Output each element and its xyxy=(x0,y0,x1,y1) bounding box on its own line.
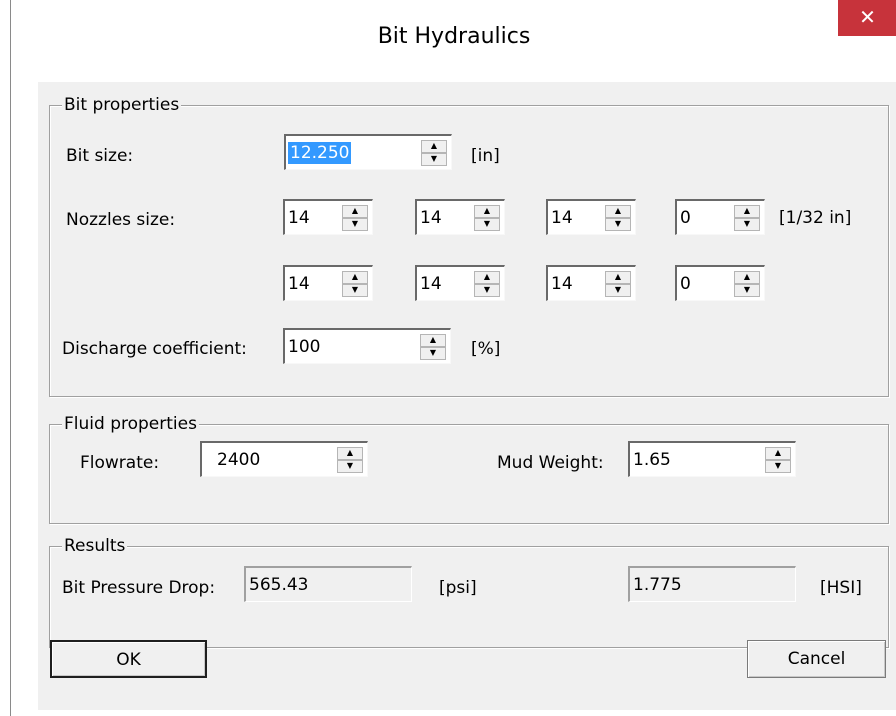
nozzle-6-spinbox[interactable]: 14 ▲ ▼ xyxy=(415,265,505,301)
nozzles-size-label: Nozzles size: xyxy=(66,210,176,230)
spin-down-arrow-icon[interactable]: ▼ xyxy=(734,284,760,297)
dialog-title: Bit Hydraulics xyxy=(377,24,531,49)
nozzle-4-spin-buttons[interactable]: ▲ ▼ xyxy=(734,205,760,231)
nozzle-7-spinbox[interactable]: 14 ▲ ▼ xyxy=(546,265,636,301)
bit-size-unit: [in] xyxy=(471,146,500,166)
hsi-unit: [HSI] xyxy=(820,578,862,598)
nozzle-3-spinbox[interactable]: 14 ▲ ▼ xyxy=(546,199,636,235)
nozzle-1-spinbox[interactable]: 14 ▲ ▼ xyxy=(283,199,373,235)
close-icon: ✕ xyxy=(859,5,876,29)
nozzle-1-spin-buttons[interactable]: ▲ ▼ xyxy=(342,205,368,231)
nozzle-1-value[interactable]: 14 xyxy=(288,207,310,229)
dialog-client-area: Bit properties Bit size: 12.250 ▲ ▼ [in]… xyxy=(38,82,896,710)
nozzle-4-spinbox[interactable]: 0 ▲ ▼ xyxy=(675,199,765,235)
spin-up-arrow-icon[interactable]: ▲ xyxy=(734,271,760,284)
nozzle-5-spinbox[interactable]: 14 ▲ ▼ xyxy=(283,265,373,301)
spin-up-arrow-icon[interactable]: ▲ xyxy=(342,271,368,284)
discharge-spin-buttons[interactable]: ▲ ▼ xyxy=(420,334,446,360)
spin-down-arrow-icon[interactable]: ▼ xyxy=(474,218,500,231)
spin-up-arrow-icon[interactable]: ▲ xyxy=(765,447,791,460)
bit-pressure-drop-label: Bit Pressure Drop: xyxy=(62,578,216,598)
mud-weight-value[interactable]: 1.65 xyxy=(633,449,671,471)
spin-down-arrow-icon[interactable]: ▼ xyxy=(734,218,760,231)
spin-down-arrow-icon[interactable]: ▼ xyxy=(421,153,447,166)
discharge-coefficient-unit: [%] xyxy=(471,339,501,359)
spin-up-arrow-icon[interactable]: ▲ xyxy=(421,140,447,153)
nozzle-5-spin-buttons[interactable]: ▲ ▼ xyxy=(342,271,368,297)
bit-size-spin-buttons[interactable]: ▲ ▼ xyxy=(421,140,447,166)
mud-weight-spin-buttons[interactable]: ▲ ▼ xyxy=(765,447,791,473)
spin-up-arrow-icon[interactable]: ▲ xyxy=(337,447,363,460)
spin-down-arrow-icon[interactable]: ▼ xyxy=(342,284,368,297)
spin-up-arrow-icon[interactable]: ▲ xyxy=(605,205,631,218)
nozzle-6-spin-buttons[interactable]: ▲ ▼ xyxy=(474,271,500,297)
dialog-window: Bit Hydraulics ✕ Bit properties Bit size… xyxy=(10,0,896,716)
bit-size-value[interactable]: 12.250 xyxy=(288,142,352,164)
nozzles-size-unit: [1/32 in] xyxy=(779,208,852,228)
spin-down-arrow-icon[interactable]: ▼ xyxy=(420,347,446,360)
nozzle-2-spin-buttons[interactable]: ▲ ▼ xyxy=(474,205,500,231)
nozzle-8-spin-buttons[interactable]: ▲ ▼ xyxy=(734,271,760,297)
spin-up-arrow-icon[interactable]: ▲ xyxy=(342,205,368,218)
bit-size-label: Bit size: xyxy=(66,146,134,166)
nozzle-3-value[interactable]: 14 xyxy=(551,207,573,229)
nozzle-7-spin-buttons[interactable]: ▲ ▼ xyxy=(605,271,631,297)
discharge-coefficient-spinbox[interactable]: 100 ▲ ▼ xyxy=(283,328,451,364)
nozzle-2-spinbox[interactable]: 14 ▲ ▼ xyxy=(415,199,505,235)
spin-down-arrow-icon[interactable]: ▼ xyxy=(605,218,631,231)
ok-button[interactable]: OK xyxy=(50,640,207,678)
nozzle-3-spin-buttons[interactable]: ▲ ▼ xyxy=(605,205,631,231)
nozzle-8-value[interactable]: 0 xyxy=(680,273,691,295)
nozzle-8-spinbox[interactable]: 0 ▲ ▼ xyxy=(675,265,765,301)
nozzle-7-value[interactable]: 14 xyxy=(551,273,573,295)
spin-down-arrow-icon[interactable]: ▼ xyxy=(337,460,363,473)
spin-down-arrow-icon[interactable]: ▼ xyxy=(342,218,368,231)
spin-down-arrow-icon[interactable]: ▼ xyxy=(765,460,791,473)
spin-down-arrow-icon[interactable]: ▼ xyxy=(605,284,631,297)
fluid-properties-legend: Fluid properties xyxy=(62,413,199,435)
spin-up-arrow-icon[interactable]: ▲ xyxy=(420,334,446,347)
bit-pressure-drop-unit: [psi] xyxy=(439,578,477,598)
cancel-button[interactable]: Cancel xyxy=(747,640,886,678)
spin-up-arrow-icon[interactable]: ▲ xyxy=(605,271,631,284)
flowrate-spin-buttons[interactable]: ▲ ▼ xyxy=(337,447,363,473)
flowrate-value[interactable]: 2400 xyxy=(217,449,260,471)
mud-weight-spinbox[interactable]: 1.65 ▲ ▼ xyxy=(628,441,796,477)
close-button[interactable]: ✕ xyxy=(838,0,896,36)
nozzle-6-value[interactable]: 14 xyxy=(420,273,442,295)
spin-up-arrow-icon[interactable]: ▲ xyxy=(474,271,500,284)
bit-pressure-drop-value: 565.43 xyxy=(249,575,309,595)
title-bar: Bit Hydraulics ✕ xyxy=(11,0,896,82)
results-legend: Results xyxy=(62,535,128,557)
hsi-field: 1.775 xyxy=(628,566,796,602)
nozzle-5-value[interactable]: 14 xyxy=(288,273,310,295)
spin-up-arrow-icon[interactable]: ▲ xyxy=(474,205,500,218)
bit-pressure-drop-field: 565.43 xyxy=(244,566,412,602)
flowrate-spinbox[interactable]: 2400 ▲ ▼ xyxy=(200,441,368,477)
mud-weight-label: Mud Weight: xyxy=(497,453,604,473)
bit-properties-legend: Bit properties xyxy=(62,94,182,116)
flowrate-label: Flowrate: xyxy=(80,453,160,473)
nozzle-4-value[interactable]: 0 xyxy=(680,207,691,229)
nozzle-2-value[interactable]: 14 xyxy=(420,207,442,229)
hsi-value: 1.775 xyxy=(633,575,682,595)
discharge-coefficient-value[interactable]: 100 xyxy=(288,336,320,358)
spin-up-arrow-icon[interactable]: ▲ xyxy=(734,205,760,218)
spin-down-arrow-icon[interactable]: ▼ xyxy=(474,284,500,297)
bit-size-spinbox[interactable]: 12.250 ▲ ▼ xyxy=(284,134,452,170)
discharge-coefficient-label: Discharge coefficient: xyxy=(62,339,247,359)
